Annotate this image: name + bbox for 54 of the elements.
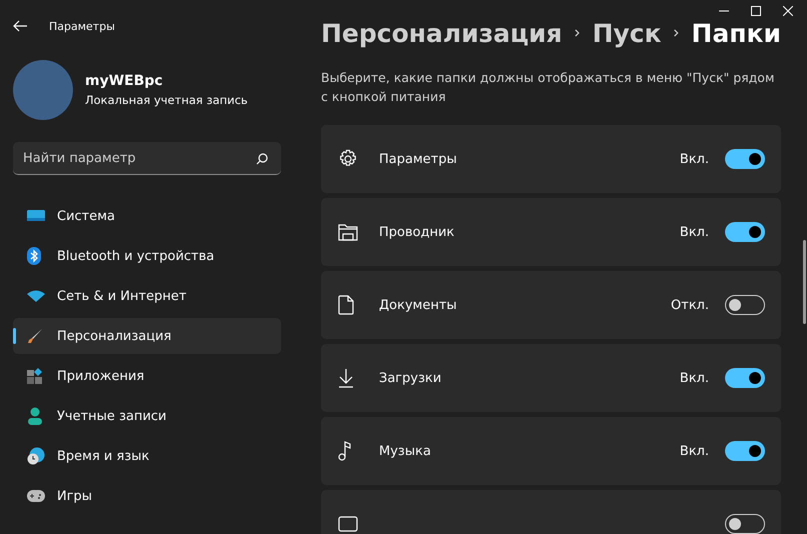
chevron-right-icon (673, 27, 680, 39)
account-type: Локальная учетная запись (85, 93, 248, 107)
monitor-icon (27, 209, 45, 223)
selection-indicator (13, 328, 16, 344)
folder-label: Загрузки (379, 370, 442, 386)
folder-icon (338, 223, 358, 241)
globe-clock-icon (27, 447, 45, 465)
page-title: Папки (691, 18, 781, 48)
toggle-switch[interactable] (725, 514, 765, 534)
toggle-state-label: Вкл. (680, 224, 709, 240)
sidebar-item[interactable]: Система (13, 198, 281, 234)
toggle-state-label: Вкл. (680, 152, 709, 166)
search-icon[interactable] (256, 153, 268, 165)
bluetooth-icon (27, 247, 41, 265)
scrollbar[interactable] (803, 240, 806, 324)
maximize-icon[interactable] (751, 6, 761, 16)
breadcrumb-link[interactable]: Пуск (592, 18, 662, 48)
toggle-switch[interactable] (725, 295, 765, 315)
search-field[interactable]: Найти параметр (13, 142, 281, 175)
toggle-switch[interactable] (725, 222, 765, 242)
account-name: myWEBpc (85, 73, 164, 89)
paintbrush-icon (27, 328, 43, 344)
sidebar-item[interactable]: Персонализация (13, 318, 281, 354)
download-icon (338, 368, 354, 388)
chevron-right-icon (574, 27, 580, 39)
toggle-switch[interactable] (725, 441, 765, 461)
wifi-icon (27, 290, 45, 302)
sidebar-item[interactable]: Время и язык (13, 438, 281, 474)
sidebar-item[interactable]: Сеть & и Интернет (13, 278, 281, 314)
music-note-icon (338, 441, 352, 461)
close-icon[interactable] (783, 6, 793, 16)
apps-icon (27, 368, 43, 384)
gamepad-icon (27, 490, 45, 502)
person-icon (27, 407, 43, 425)
toggle-state-label: Вкл. (680, 444, 709, 458)
folder-label: Документы (379, 298, 458, 312)
toggle-state-label: Откл. (670, 298, 709, 312)
window-title: Параметры (49, 20, 115, 32)
sidebar-item[interactable]: Игры (13, 478, 281, 514)
sidebar-item[interactable]: Учетные записи (13, 398, 281, 434)
toggle-switch[interactable] (725, 368, 765, 388)
folder-label: Проводник (379, 224, 456, 240)
settings-icon (338, 149, 358, 169)
sidebar-item[interactable]: Приложения (13, 358, 281, 394)
toggle-switch[interactable] (725, 149, 765, 169)
document-icon (338, 295, 354, 315)
toggle-state-label: Вкл. (680, 370, 709, 386)
breadcrumb-link[interactable]: Персонализация (321, 18, 562, 48)
back-arrow-icon[interactable] (13, 20, 27, 32)
folder-label: Музыка (379, 444, 432, 458)
page-description: Выберите, какие папки должны отображаться в меню "Пуск" рядом с кнопкой питания (321, 69, 776, 106)
picture-icon (338, 516, 358, 532)
folder-label: Параметры (379, 152, 458, 166)
sidebar-item[interactable]: Bluetooth и устройства (13, 238, 281, 274)
